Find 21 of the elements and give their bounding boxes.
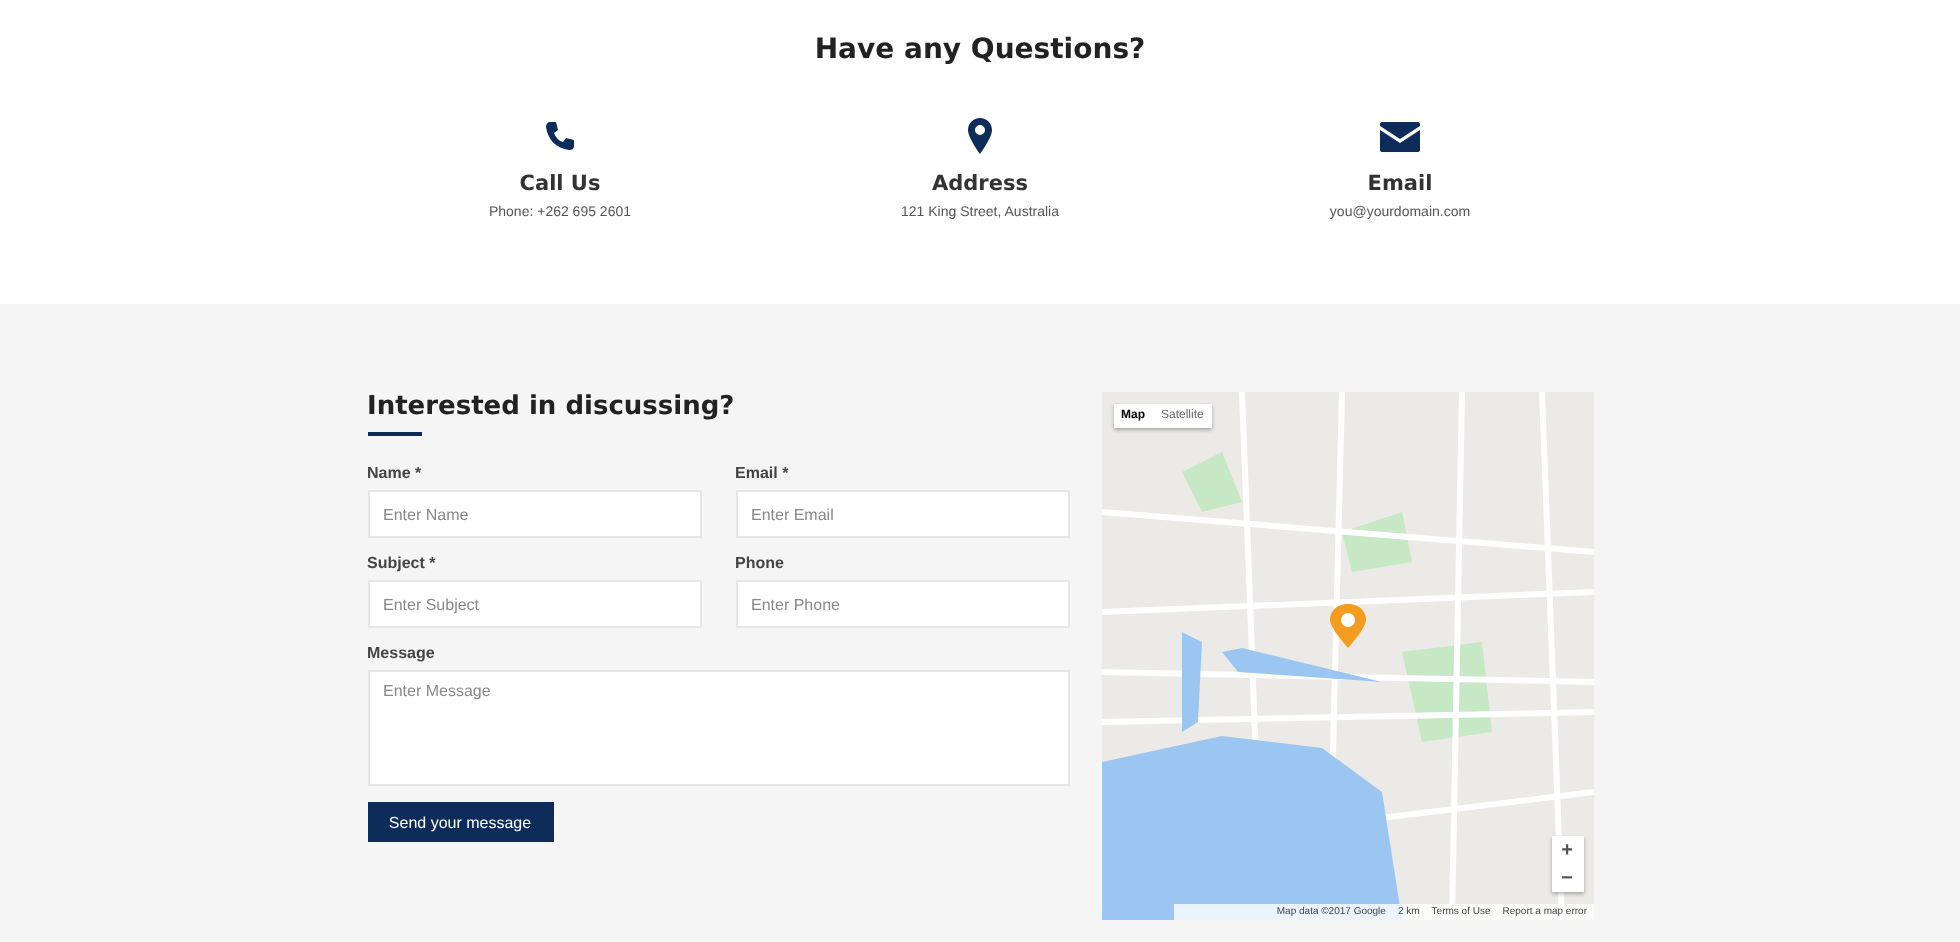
input-field[interactable]: Enter Name <box>367 490 701 538</box>
section-title: Have any Questions? <box>814 34 1146 66</box>
field-label: Subject * <box>367 554 438 572</box>
message-field[interactable]: Enter Message <box>367 670 1069 786</box>
field-label: Email * <box>735 464 791 482</box>
field-label: Message <box>367 644 437 662</box>
zoom-out-button[interactable]: − <box>1551 864 1583 892</box>
field-label: Phone <box>735 554 786 572</box>
zoom-in-button[interactable]: + <box>1551 836 1583 864</box>
contact-title: Email <box>1367 172 1433 196</box>
phone-icon <box>544 120 576 152</box>
location-pin-icon <box>968 118 992 154</box>
input-field[interactable]: Enter Phone <box>735 580 1069 628</box>
form-title: Interested in discussing? <box>367 392 737 422</box>
field-label: Name * <box>367 464 424 482</box>
contact-title: Call Us <box>519 172 601 196</box>
send-button[interactable]: Send your message <box>367 802 553 842</box>
envelope-icon <box>1380 121 1420 151</box>
contact-title: Address <box>932 172 1028 196</box>
input-field[interactable]: Enter Subject <box>367 580 701 628</box>
input-field[interactable]: Enter Email <box>735 490 1069 538</box>
